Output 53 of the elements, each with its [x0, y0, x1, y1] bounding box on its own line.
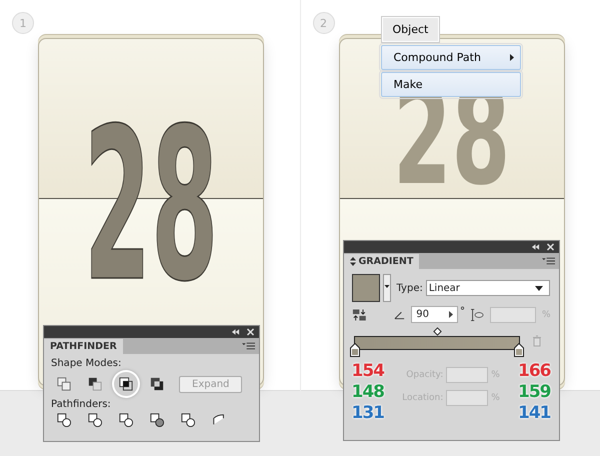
pathfinder-icon[interactable]: [212, 413, 226, 427]
rgb-component-value: 148: [352, 382, 384, 403]
percent-sign: %: [491, 370, 500, 380]
rgb-component-value: 159: [518, 382, 550, 403]
menu-item[interactable]: Make: [380, 72, 520, 97]
rgb-component-value: 141: [518, 403, 550, 424]
section-label: Shape Modes:: [51, 358, 122, 369]
shape-mode-icon: [88, 377, 102, 391]
menu-item[interactable]: Compound Path: [380, 45, 520, 70]
opacity-field[interactable]: [446, 367, 488, 383]
pathfinder-icon[interactable]: [57, 413, 71, 427]
pathfinder-icon[interactable]: [150, 413, 164, 427]
gradient-stop[interactable]: [350, 343, 360, 357]
shape-mode-icon: [57, 377, 71, 391]
menu-title[interactable]: Object: [382, 17, 440, 42]
shape-mode-icon: [119, 377, 133, 391]
percent-sign: %: [491, 393, 500, 403]
panel-menu-icon[interactable]: [242, 342, 255, 350]
shape-mode-icon: [150, 377, 164, 391]
rgb-component-value: 154: [352, 361, 384, 382]
reverse-gradient-icon[interactable]: [352, 308, 366, 322]
caret-icon: [534, 286, 543, 290]
close-icon[interactable]: [546, 243, 554, 251]
rgb-component-value: 131: [352, 403, 384, 424]
location-field[interactable]: [446, 390, 488, 406]
step-number: 2: [312, 12, 334, 34]
collapse-icon[interactable]: [530, 243, 540, 251]
degree-sign: °: [460, 306, 465, 317]
step-number: 1: [12, 12, 34, 34]
section-label: Pathfinders:: [51, 399, 112, 410]
aspect-ratio-icon: [470, 308, 484, 322]
panel-tab[interactable]: GRADIENT: [344, 254, 420, 269]
trash-icon: [532, 335, 542, 347]
gradient-swatch[interactable]: [352, 274, 380, 302]
collapse-icon[interactable]: [231, 328, 240, 336]
panel-tab[interactable]: PATHFINDER: [44, 339, 123, 354]
angle-field[interactable]: 90: [411, 306, 458, 323]
angle-icon: [394, 310, 406, 320]
gradient-stop[interactable]: [514, 343, 524, 357]
pathfinder-icon[interactable]: [88, 413, 102, 427]
close-icon[interactable]: [246, 328, 255, 336]
step-arrow-icon[interactable]: [448, 311, 453, 318]
panel-menu-icon[interactable]: [542, 257, 554, 265]
type-label: Type:: [396, 282, 423, 294]
aspect-field[interactable]: [490, 306, 536, 322]
expand-arrows-icon: [350, 257, 356, 266]
rgb-component-value: 166: [518, 361, 550, 382]
pathfinder-icon[interactable]: [181, 413, 195, 427]
shape-mode-button[interactable]: [114, 372, 138, 396]
type-dropdown[interactable]: Linear: [426, 280, 550, 296]
percent-sign: %: [542, 310, 550, 320]
submenu-arrow-icon: [510, 54, 514, 61]
pathfinder-icon[interactable]: [119, 413, 133, 427]
